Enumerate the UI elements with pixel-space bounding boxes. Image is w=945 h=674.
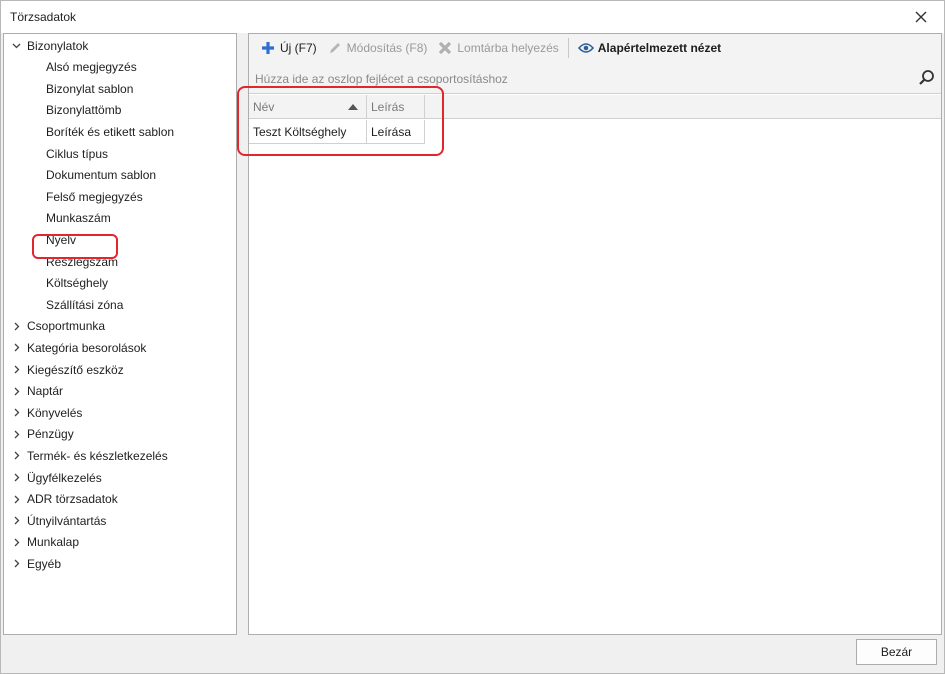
sidebar-item[interactable]: Költséghely [4,273,236,294]
default-view-label: Alapértelmezett nézet [597,41,722,55]
sidebar-item-label: Bizonylat sablon [46,81,134,96]
chevron-right-icon[interactable] [11,343,21,353]
column-header-name[interactable]: Név [249,95,367,119]
search-icon[interactable] [917,68,937,88]
sidebar-item[interactable]: Ügyfélkezelés [4,467,236,488]
sidebar-item-label: ADR törzsadatok [27,492,118,507]
column-header-name-label: Név [253,100,275,114]
sidebar-item-label: Költséghely [46,276,109,291]
new-button[interactable]: Új (F7) [255,36,322,60]
sort-ascending-icon [348,104,358,110]
sidebar-item-label: Munkalap [27,535,80,550]
sidebar-item[interactable]: Naptár [4,381,236,402]
sidebar-item[interactable]: Pénzügy [4,424,236,445]
close-button[interactable] [904,3,938,31]
chevron-right-icon[interactable] [11,516,21,526]
sidebar-item-label: Csoportmunka [27,319,106,334]
cell-description: Leírása [367,120,425,144]
close-dialog-button[interactable]: Bezár [856,639,937,665]
sidebar-item-label: Ügyfélkezelés [27,470,102,485]
sidebar-item-label: Útnyilvántartás [27,513,107,528]
chevron-right-icon[interactable] [11,408,21,418]
sidebar-item[interactable]: Bizonylat sablon [4,78,236,99]
chevron-right-icon[interactable] [11,473,21,483]
trash-button[interactable]: Lomtárba helyezés [432,36,563,60]
delete-x-icon [437,40,453,56]
sidebar-item-label: Nyelv [46,232,77,247]
chevron-right-icon[interactable] [11,537,21,547]
sidebar-item[interactable]: Bizonylattömb [4,100,236,121]
main-panel: Új (F7) Módosítás (F8) Lomtárba helyezés [248,33,942,635]
column-header-description-label: Leírás [371,100,405,114]
sidebar-item-label: Kategória besorolások [27,340,147,355]
sidebar-item-label: Bizonylattömb [46,103,122,118]
sidebar-item[interactable]: Kiegészítő eszköz [4,359,236,380]
chevron-right-icon[interactable] [11,321,21,331]
sidebar-item-label: Dokumentum sablon [46,168,157,183]
sidebar-item-label: Naptár [27,384,64,399]
chevron-right-icon[interactable] [11,386,21,396]
trash-button-label: Lomtárba helyezés [457,41,559,55]
cell-name: Teszt Költséghely [249,120,367,144]
sidebar-item[interactable]: Alsó megjegyzés [4,57,236,78]
sidebar-item[interactable]: Nyelv [4,229,236,250]
sidebar-item-label: Részlegszám [46,254,119,269]
sidebar-item[interactable]: Ciklus típus [4,143,236,164]
edit-button-label: Módosítás (F8) [346,41,428,55]
sidebar-item-label: Ciklus típus [46,146,109,161]
new-button-label: Új (F7) [280,41,317,55]
sidebar-item-label: Boríték és etikett sablon [46,124,175,139]
window-title: Törzsadatok [10,10,77,24]
sidebar-item[interactable]: Szállítási zóna [4,294,236,315]
chevron-down-icon[interactable] [11,41,21,51]
dialog-window: Törzsadatok Bizonylatok Alsó megjegyzés Bi… [0,0,945,674]
edit-button[interactable]: Módosítás (F8) [322,36,433,60]
title-bar: Törzsadatok [1,1,944,33]
chevron-right-icon[interactable] [11,429,21,439]
sidebar-item[interactable]: Kategória besorolások [4,337,236,358]
category-tree: Bizonylatok Alsó megjegyzés Bizonylat sabl… [3,33,237,635]
sidebar-item[interactable]: Dokumentum sablon [4,165,236,186]
group-hint-text: Húzza ide az oszlop fejlécet a csoportos… [255,72,508,86]
sidebar-item[interactable]: Bizonylatok [4,35,236,56]
sidebar-item[interactable]: Munkaszám [4,208,236,229]
grid-header: Név Leírás [249,95,941,119]
sidebar-item-label: Pénzügy [27,427,74,442]
sidebar-item[interactable]: Csoportmunka [4,316,236,337]
chevron-right-icon[interactable] [11,365,21,375]
sidebar-item-label: Alsó megjegyzés [46,60,137,75]
sidebar-item[interactable]: Termék- és készletkezelés [4,445,236,466]
chevron-right-icon[interactable] [11,559,21,569]
chevron-right-icon[interactable] [11,494,21,504]
eye-icon [577,40,594,56]
table-row[interactable]: Teszt Költséghely Leírása [249,120,425,144]
sidebar-item[interactable]: Könyvelés [4,402,236,423]
sidebar-item[interactable]: Felső megjegyzés [4,186,236,207]
pencil-icon [327,40,343,56]
close-icon [915,11,927,23]
toolbar: Új (F7) Módosítás (F8) Lomtárba helyezés [249,34,941,62]
sidebar-item-label: Kiegészítő eszköz [27,362,124,377]
sidebar-item[interactable]: Útnyilvántartás [4,510,236,531]
sidebar-item[interactable]: Boríték és etikett sablon [4,121,236,142]
toolbar-separator [567,38,569,58]
column-header-description[interactable]: Leírás [367,95,425,119]
group-panel[interactable]: Húzza ide az oszlop fejlécet a csoportos… [249,62,941,94]
sidebar-item[interactable]: ADR törzsadatok [4,489,236,510]
sidebar-item-label: Termék- és készletkezelés [27,448,168,463]
sidebar-item[interactable]: Munkalap [4,532,236,553]
sidebar-item-label: Bizonylatok [27,38,89,53]
sidebar-item-label: Szállítási zóna [46,297,124,312]
default-view-button[interactable]: Alapértelmezett nézet [573,36,726,60]
sidebar-item-label: Felső megjegyzés [46,189,143,204]
chevron-right-icon[interactable] [11,451,21,461]
sidebar-item[interactable]: Részlegszám [4,251,236,272]
sidebar-item-label: Könyvelés [27,405,83,420]
plus-icon [260,40,276,56]
sidebar-item[interactable]: Egyéb [4,553,236,574]
sidebar-item-label: Munkaszám [46,211,111,226]
sidebar-item-label: Egyéb [27,556,62,571]
